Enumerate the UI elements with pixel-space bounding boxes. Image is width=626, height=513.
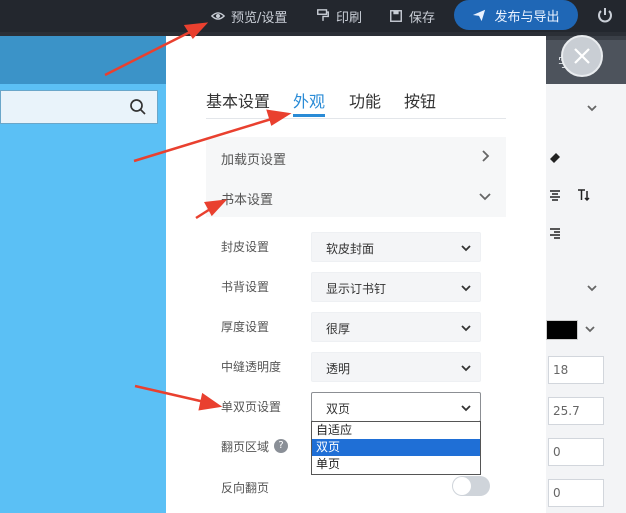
publish-export-label: 发布与导出: [494, 9, 560, 25]
chevron-down-icon[interactable]: [586, 102, 598, 114]
chevron-down-icon: [461, 245, 471, 252]
save-icon: [390, 10, 402, 22]
accordion-book-settings[interactable]: 书本设置: [206, 177, 506, 217]
tab-appearance[interactable]: 外观: [293, 88, 325, 112]
chevron-down-icon: [461, 285, 471, 292]
search-input[interactable]: [0, 90, 158, 124]
property-value[interactable]: 18: [548, 356, 604, 384]
chevron-down-icon: [461, 325, 471, 332]
preview-settings-label: 预览/设置: [231, 10, 288, 26]
preview-settings-button[interactable]: 预览/设置: [211, 0, 287, 32]
chevron-down-icon: [461, 365, 471, 372]
property-value[interactable]: 0: [548, 479, 604, 507]
thickness-setting-select[interactable]: 很厚: [311, 312, 481, 342]
active-tab-indicator: [293, 114, 325, 117]
tab-basic-settings[interactable]: 基本设置: [206, 88, 270, 112]
accordion-loading-label: 加载页设置: [221, 153, 287, 168]
cover-setting-select[interactable]: 软皮封面: [311, 232, 481, 262]
eye-icon: [211, 12, 225, 20]
property-value[interactable]: 25.7: [548, 397, 604, 425]
page-mode-value: 双页: [326, 402, 351, 416]
page-mode-dropdown: 自适应 双页 单页: [311, 421, 481, 475]
property-value[interactable]: 0: [548, 438, 604, 466]
help-icon[interactable]: ?: [274, 439, 288, 453]
eraser-icon[interactable]: [548, 150, 562, 164]
settings-tabs: 基本设置 外观 功能 按钮: [206, 84, 506, 119]
save-button[interactable]: 保存: [389, 0, 435, 32]
print-button[interactable]: 印刷: [316, 0, 362, 32]
paint-roller-icon: [317, 9, 329, 21]
publish-export-button[interactable]: 发布与导出: [454, 0, 578, 30]
option-single[interactable]: 单页: [312, 456, 480, 473]
color-swatch[interactable]: [546, 320, 578, 340]
text-direction-icon[interactable]: [576, 188, 590, 202]
flip-area-label: 翻页区域: [221, 440, 270, 454]
seam-opacity-select[interactable]: 透明: [311, 352, 481, 382]
page-mode-label: 单双页设置: [221, 400, 282, 414]
align-center-icon[interactable]: [548, 188, 562, 202]
thickness-setting-value: 很厚: [326, 322, 351, 336]
close-icon: [574, 48, 590, 64]
page-mode-select[interactable]: 双页: [311, 392, 481, 422]
chevron-right-icon: [482, 150, 490, 162]
toggle-knob: [453, 477, 471, 495]
accordion-loading-page[interactable]: 加载页设置: [206, 137, 506, 177]
reverse-flip-toggle[interactable]: [452, 476, 490, 496]
cover-setting-label: 封皮设置: [221, 240, 270, 254]
top-toolbar: 预览/设置 印刷 保存 发布与导出: [0, 0, 626, 32]
thickness-setting-label: 厚度设置: [221, 320, 270, 334]
print-label: 印刷: [336, 10, 363, 26]
chevron-down-icon[interactable]: [586, 282, 598, 294]
chevron-down-icon[interactable]: [584, 323, 596, 335]
tab-function[interactable]: 功能: [349, 88, 381, 112]
spine-setting-label: 书背设置: [221, 280, 270, 294]
option-double[interactable]: 双页: [312, 439, 480, 456]
seam-opacity-value: 透明: [326, 362, 351, 376]
spine-setting-value: 显示订书钉: [326, 282, 387, 296]
send-icon: [473, 9, 486, 22]
option-auto[interactable]: 自适应: [312, 422, 480, 439]
tab-buttons[interactable]: 按钮: [404, 88, 436, 112]
spine-setting-select[interactable]: 显示订书钉: [311, 272, 481, 302]
power-icon[interactable]: [596, 7, 614, 25]
close-button[interactable]: [561, 35, 603, 77]
seam-opacity-label: 中缝透明度: [221, 360, 282, 374]
align-right-icon[interactable]: [548, 226, 562, 240]
chevron-down-icon: [479, 193, 491, 201]
reverse-flip-label: 反向翻页: [221, 481, 270, 495]
canvas-header: [0, 36, 166, 84]
save-label: 保存: [409, 10, 436, 26]
cover-setting-value: 软皮封面: [326, 242, 375, 256]
chevron-down-icon: [461, 405, 471, 412]
search-icon[interactable]: [129, 98, 147, 116]
accordion-book-label: 书本设置: [221, 193, 274, 208]
